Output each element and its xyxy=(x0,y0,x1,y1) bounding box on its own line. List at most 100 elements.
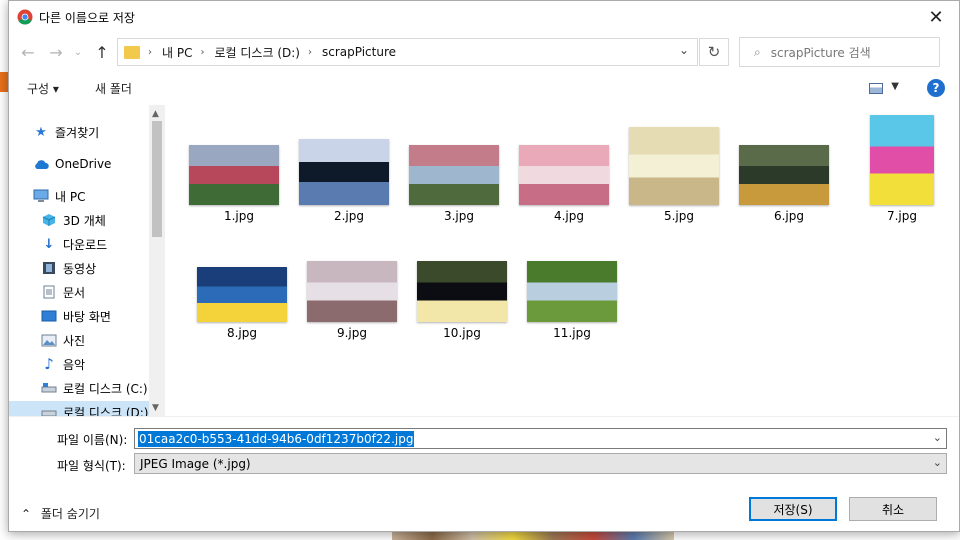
sidebar-item-label: 내 PC xyxy=(55,189,86,204)
file-name: 9.jpg xyxy=(336,326,368,340)
sidebar-item-videos[interactable]: 동영상 xyxy=(41,257,165,279)
recent-locations-button[interactable]: ⌄ xyxy=(67,41,89,63)
sidebar-item-label: 로컬 디스크 (C:) xyxy=(63,381,148,396)
film-icon xyxy=(41,261,57,275)
star-icon: ★ xyxy=(35,124,47,140)
sidebar-item-downloads[interactable]: ↓ 다운로드 xyxy=(41,233,165,255)
address-bar[interactable]: › 내 PC › 로컬 디스크 (D:) › scrapPicture ⌄ xyxy=(117,38,698,66)
navigation-bar: ← → ⌄ ↑ › 내 PC › 로컬 디스크 (D:) › scrapPict… xyxy=(9,37,959,67)
organize-button[interactable]: 구성 ▾ xyxy=(27,80,59,97)
sidebar-item-3d-objects[interactable]: 3D 개체 xyxy=(41,209,165,231)
breadcrumb-separator-icon: › xyxy=(307,46,312,58)
sidebar-item-label: 사진 xyxy=(63,333,86,348)
drive-icon xyxy=(41,405,57,416)
breadcrumb-this-pc[interactable]: 내 PC xyxy=(162,44,192,61)
back-button[interactable]: ← xyxy=(17,41,39,63)
sidebar-item-label: 로컬 디스크 (D:) xyxy=(63,405,149,417)
command-toolbar: 구성 ▾ 새 폴더 ▼ ? xyxy=(9,75,959,103)
breadcrumb-separator-icon: › xyxy=(200,46,205,58)
sidebar-item-onedrive[interactable]: OneDrive xyxy=(33,153,165,175)
cancel-button[interactable]: 취소 xyxy=(849,497,937,521)
file-name: 4.jpg xyxy=(553,209,585,223)
breadcrumb-separator-icon: › xyxy=(148,46,152,58)
download-icon: ↓ xyxy=(43,236,55,252)
close-icon: ✕ xyxy=(928,6,944,28)
up-arrow-icon: ↑ xyxy=(95,42,109,62)
sidebar-item-label: 즐겨찾기 xyxy=(55,125,100,140)
chevron-down-icon: ⌄ xyxy=(932,456,942,469)
search-input[interactable]: ⌕ scrapPicture 검색 xyxy=(739,37,940,67)
filename-value: 01caa2c0-b553-41dd-94b6-0df1237b0f22.jpg xyxy=(138,430,415,447)
image-thumbnail xyxy=(519,145,609,205)
file-name: 5.jpg xyxy=(663,209,695,223)
music-icon: ♪ xyxy=(44,355,54,373)
breadcrumb-local-disk-d[interactable]: 로컬 디스크 (D:) xyxy=(214,44,299,61)
hide-folders-button[interactable]: ⌃ 폴더 숨기기 xyxy=(21,505,100,522)
sidebar-item-desktop[interactable]: 바탕 화면 xyxy=(41,305,165,327)
picture-icon xyxy=(41,333,57,347)
dialog-title: 다른 이름으로 저장 xyxy=(39,11,135,25)
title-bar: 다른 이름으로 저장 ✕ xyxy=(9,1,959,33)
save-as-dialog: 다른 이름으로 저장 ✕ ← → ⌄ ↑ › 내 PC › 로컬 디스크 (D:… xyxy=(8,0,960,532)
file-name: 6.jpg xyxy=(773,209,805,223)
save-button[interactable]: 저장(S) xyxy=(749,497,837,521)
sidebar-item-local-disk-c[interactable]: 로컬 디스크 (C:) xyxy=(41,377,165,399)
cloud-icon xyxy=(33,157,49,171)
desktop-icon xyxy=(41,309,57,323)
file-type-select[interactable]: JPEG Image (*.jpg) ⌄ xyxy=(134,453,947,474)
file-name: 1.jpg xyxy=(223,209,255,223)
refresh-icon: ↻ xyxy=(707,43,721,61)
scroll-up-icon[interactable]: ▲ xyxy=(152,109,159,119)
file-name: 8.jpg xyxy=(226,326,258,340)
back-arrow-icon: ← xyxy=(21,42,35,62)
address-dropdown-icon[interactable]: ⌄ xyxy=(679,43,689,57)
sidebar-item-local-disk-d[interactable]: 로컬 디스크 (D:) xyxy=(9,401,149,416)
file-type-value: JPEG Image (*.jpg) xyxy=(140,456,251,471)
chevron-up-icon: ⌃ xyxy=(21,507,32,521)
sidebar-item-label: 다운로드 xyxy=(63,237,108,252)
search-placeholder: scrapPicture 검색 xyxy=(770,45,871,60)
image-thumbnail xyxy=(189,145,279,205)
view-dropdown-icon[interactable]: ▼ xyxy=(891,81,899,92)
drive-icon xyxy=(41,381,57,395)
sidebar-item-label: 문서 xyxy=(63,285,86,300)
sidebar-item-music[interactable]: ♪ 음악 xyxy=(41,353,165,375)
navigation-pane: ★ 즐겨찾기 OneDrive 내 PC 3D 개체 ↓ 다운로드 동영상 문서… xyxy=(9,105,165,416)
navigation-pane-scrollbar[interactable]: ▲ ▼ xyxy=(149,105,165,416)
chrome-icon xyxy=(17,9,33,25)
close-button[interactable]: ✕ xyxy=(913,1,959,33)
breadcrumb-scrappicture[interactable]: scrapPicture xyxy=(322,45,396,59)
image-thumbnail xyxy=(299,139,389,205)
file-name: 11.jpg xyxy=(553,326,591,340)
file-name: 7.jpg xyxy=(886,209,918,223)
file-name: 3.jpg xyxy=(443,209,475,223)
forward-button[interactable]: → xyxy=(45,41,67,63)
forward-arrow-icon: → xyxy=(49,42,63,62)
view-options-icon[interactable] xyxy=(869,83,883,94)
image-thumbnail xyxy=(629,127,719,205)
image-thumbnail xyxy=(417,261,507,322)
sidebar-item-quick-access[interactable]: ★ 즐겨찾기 xyxy=(33,121,165,143)
image-thumbnail xyxy=(307,261,397,322)
scrollbar-thumb[interactable] xyxy=(152,121,162,237)
document-icon xyxy=(41,285,57,299)
help-icon[interactable]: ? xyxy=(927,79,945,97)
up-button[interactable]: ↑ xyxy=(91,41,113,63)
sidebar-item-documents[interactable]: 문서 xyxy=(41,281,165,303)
file-type-label: 파일 형식(T): xyxy=(57,459,126,473)
refresh-button[interactable]: ↻ xyxy=(699,38,729,66)
scroll-down-icon[interactable]: ▼ xyxy=(152,403,159,413)
sidebar-item-label: OneDrive xyxy=(55,157,112,171)
sidebar-item-this-pc[interactable]: 내 PC xyxy=(33,185,165,207)
new-folder-button[interactable]: 새 폴더 xyxy=(95,80,132,97)
image-thumbnail xyxy=(527,261,617,322)
chevron-down-icon: ⌄ xyxy=(73,46,83,58)
sidebar-item-label: 3D 개체 xyxy=(63,213,106,228)
file-name: 2.jpg xyxy=(333,209,365,223)
image-thumbnail xyxy=(197,267,287,322)
sidebar-item-label: 음악 xyxy=(63,357,86,372)
sidebar-item-pictures[interactable]: 사진 xyxy=(41,329,165,351)
filename-field[interactable]: 01caa2c0-b553-41dd-94b6-0df1237b0f22.jpg… xyxy=(134,428,947,449)
sidebar-item-label: 동영상 xyxy=(63,261,97,276)
chevron-down-icon[interactable]: ⌄ xyxy=(933,431,942,444)
